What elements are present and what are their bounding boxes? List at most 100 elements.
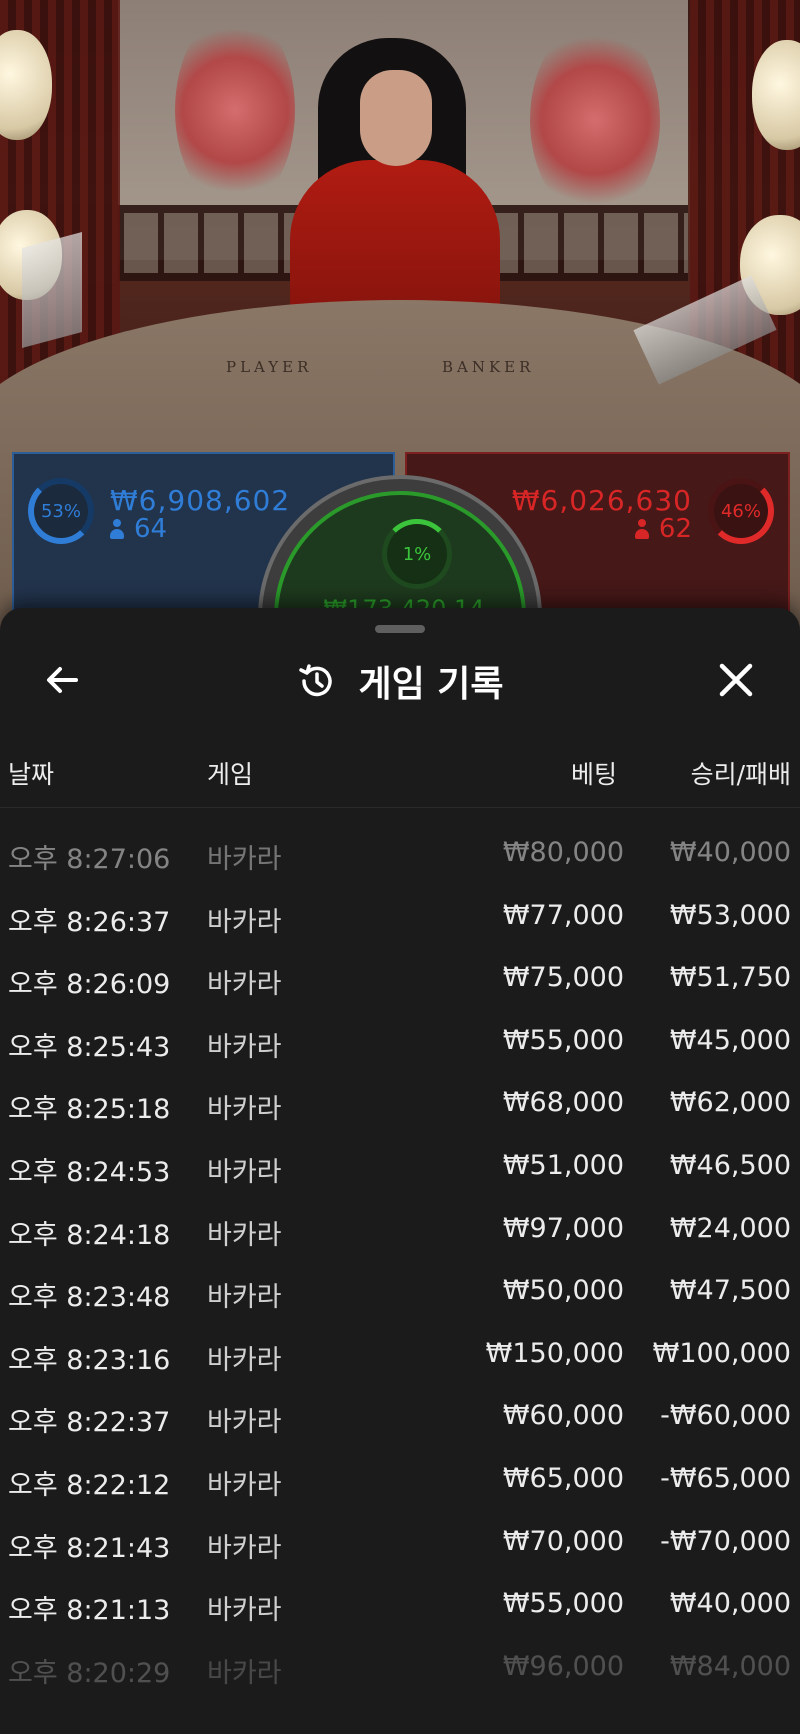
cell-date: 오후 8:26:09 xyxy=(8,969,171,1001)
blossom-decoration xyxy=(175,10,295,210)
cell-game: 바카라 xyxy=(207,1470,282,1501)
cell-bet: ₩150,000 xyxy=(485,1337,624,1369)
column-header-game: 게임 xyxy=(207,760,254,789)
cell-game: 바카라 xyxy=(207,906,282,938)
tie-percent: 1% xyxy=(402,543,432,565)
banker-percent-ring: 46% xyxy=(708,478,774,544)
cell-win-loss: -₩60,000 xyxy=(660,1400,791,1432)
dealer-face xyxy=(360,70,432,166)
cell-game: 바카라 xyxy=(207,969,282,1001)
column-header-bet: 베팅 xyxy=(570,760,617,789)
player-total-bet: ₩6,908,602 xyxy=(110,484,291,517)
table-row[interactable]: 오후 8:21:43 바카라 ₩70,000 -₩70,000 xyxy=(0,1512,800,1574)
cell-bet: ₩68,000 xyxy=(502,1087,624,1119)
table-row[interactable]: 오후 8:27:06 바카라 ₩80,000 ₩40,000 xyxy=(0,823,800,885)
cell-bet: ₩55,000 xyxy=(502,1024,624,1056)
cell-game: 바카라 xyxy=(207,1282,282,1314)
banker-percent: 46% xyxy=(720,500,761,522)
cell-date: 오후 8:25:18 xyxy=(8,1094,171,1126)
cell-bet: ₩50,000 xyxy=(502,1275,624,1307)
column-header-date: 날짜 xyxy=(8,760,55,789)
table-row[interactable]: 오후 8:21:13 바카라 ₩55,000 ₩40,000 xyxy=(0,1574,800,1636)
player-percent-ring: 53% xyxy=(28,478,94,544)
cell-date: 오후 8:21:13 xyxy=(8,1595,171,1627)
column-header-win-loss: 승리/패배 xyxy=(690,760,791,789)
tie-percent-ring: 1% xyxy=(382,519,452,589)
cell-bet: ₩65,000 xyxy=(502,1463,624,1494)
history-list[interactable]: 오후 8:27:06 바카라 ₩80,000 ₩40,000 오후 8:26:37 바카라… xyxy=(0,813,800,1703)
table-label-banker: BANKER xyxy=(442,358,535,376)
person-icon xyxy=(110,519,124,539)
cell-win-loss: -₩70,000 xyxy=(660,1525,791,1557)
table-row[interactable]: 오후 8:23:16 바카라 ₩150,000 ₩100,000 xyxy=(0,1324,800,1386)
sheet-header: 게임 기록 xyxy=(0,656,800,706)
cell-game: 바카라 xyxy=(207,1031,282,1063)
cell-date: 오후 8:21:43 xyxy=(8,1532,171,1564)
cell-date: 오후 8:24:53 xyxy=(8,1157,171,1188)
cell-game: 바카라 xyxy=(207,1344,282,1376)
cell-win-loss: ₩46,500 xyxy=(669,1150,791,1181)
cell-win-loss: ₩51,750 xyxy=(669,962,791,994)
table-row[interactable]: 오후 8:26:37 바카라 ₩77,000 ₩53,000 xyxy=(0,886,800,948)
table-row[interactable]: 오후 8:20:29 바카라 ₩96,000 ₩84,000 xyxy=(0,1637,800,1699)
cell-win-loss: ₩40,000 xyxy=(669,1588,791,1620)
page-title: 게임 기록 xyxy=(358,664,504,705)
blossom-decoration xyxy=(530,20,660,220)
cell-date: 오후 8:25:43 xyxy=(8,1031,171,1063)
cell-game: 바카라 xyxy=(207,1595,282,1627)
table-row[interactable]: 오후 8:26:09 바카라 ₩75,000 ₩51,750 xyxy=(0,948,800,1010)
player-percent: 53% xyxy=(40,500,81,522)
table-row[interactable]: 오후 8:22:37 바카라 ₩60,000 -₩60,000 xyxy=(0,1386,800,1448)
cell-date: 오후 8:24:18 xyxy=(8,1219,171,1251)
table-row[interactable]: 오후 8:22:12 바카라 ₩65,000 -₩65,000 xyxy=(0,1449,800,1511)
cell-date: 오후 8:26:37 xyxy=(8,906,171,938)
cell-win-loss: -₩65,000 xyxy=(660,1463,791,1494)
cell-game: 바카라 xyxy=(207,1532,282,1564)
cell-date: 오후 8:22:12 xyxy=(8,1470,171,1501)
table-row[interactable]: 오후 8:23:48 바카라 ₩50,000 ₩47,500 xyxy=(0,1261,800,1323)
player-bettor-count: 64 xyxy=(110,514,167,544)
card-discard-tray xyxy=(22,231,82,349)
cell-win-loss: ₩24,000 xyxy=(669,1212,791,1244)
table-label-player: PLAYER xyxy=(226,358,313,376)
table-row[interactable]: 오후 8:24:18 바카라 ₩97,000 ₩24,000 xyxy=(0,1199,800,1261)
table-row[interactable]: 오후 8:25:43 바카라 ₩55,000 ₩45,000 xyxy=(0,1011,800,1073)
cell-win-loss: ₩53,000 xyxy=(669,899,791,931)
cell-game: 바카라 xyxy=(207,1094,282,1126)
table-header: 날짜 게임 베팅 승리/패배 xyxy=(0,741,800,808)
cell-win-loss: ₩45,000 xyxy=(669,1024,791,1056)
cell-game: 바카라 xyxy=(207,1219,282,1251)
cell-bet: ₩55,000 xyxy=(502,1588,624,1620)
cell-date: 오후 8:27:06 xyxy=(8,844,171,875)
cell-win-loss: ₩84,000 xyxy=(669,1650,791,1682)
cell-game: 바카라 xyxy=(207,844,282,875)
history-icon xyxy=(299,664,333,697)
cell-game: 바카라 xyxy=(207,1407,282,1439)
table-row[interactable]: 오후 8:25:18 바카라 ₩68,000 ₩62,000 xyxy=(0,1073,800,1135)
cell-date: 오후 8:23:48 xyxy=(8,1282,171,1314)
banker-bettor-count-value: 62 xyxy=(658,514,692,544)
cell-win-loss: ₩62,000 xyxy=(669,1087,791,1119)
cell-bet: ₩70,000 xyxy=(502,1525,624,1557)
cell-date: 오후 8:23:16 xyxy=(8,1344,171,1376)
cell-win-loss: ₩40,000 xyxy=(669,837,791,868)
game-history-sheet: 게임 기록 날짜 게임 베팅 승리/패배 오후 8:27:06 바카라 ₩80,00… xyxy=(0,608,800,1734)
cell-win-loss: ₩100,000 xyxy=(652,1337,791,1369)
table-row[interactable]: 오후 8:24:53 바카라 ₩51,000 ₩46,500 xyxy=(0,1136,800,1198)
cell-bet: ₩60,000 xyxy=(502,1400,624,1432)
player-bettor-count-value: 64 xyxy=(134,514,168,544)
cell-bet: ₩77,000 xyxy=(502,899,624,931)
person-icon xyxy=(634,519,649,539)
banker-bettor-count: 62 xyxy=(634,514,692,544)
cell-game: 바카라 xyxy=(207,1657,282,1689)
cell-bet: ₩96,000 xyxy=(502,1650,624,1682)
cell-bet: ₩97,000 xyxy=(502,1212,624,1244)
cell-bet: ₩80,000 xyxy=(502,837,624,868)
cell-bet: ₩75,000 xyxy=(502,962,624,994)
close-icon xyxy=(719,663,753,697)
banker-total-bet: ₩6,026,630 xyxy=(511,484,692,517)
cell-game: 바카라 xyxy=(207,1157,282,1188)
cell-win-loss: ₩47,500 xyxy=(669,1275,791,1307)
sheet-drag-handle[interactable] xyxy=(375,625,425,633)
close-button[interactable] xyxy=(712,656,760,704)
